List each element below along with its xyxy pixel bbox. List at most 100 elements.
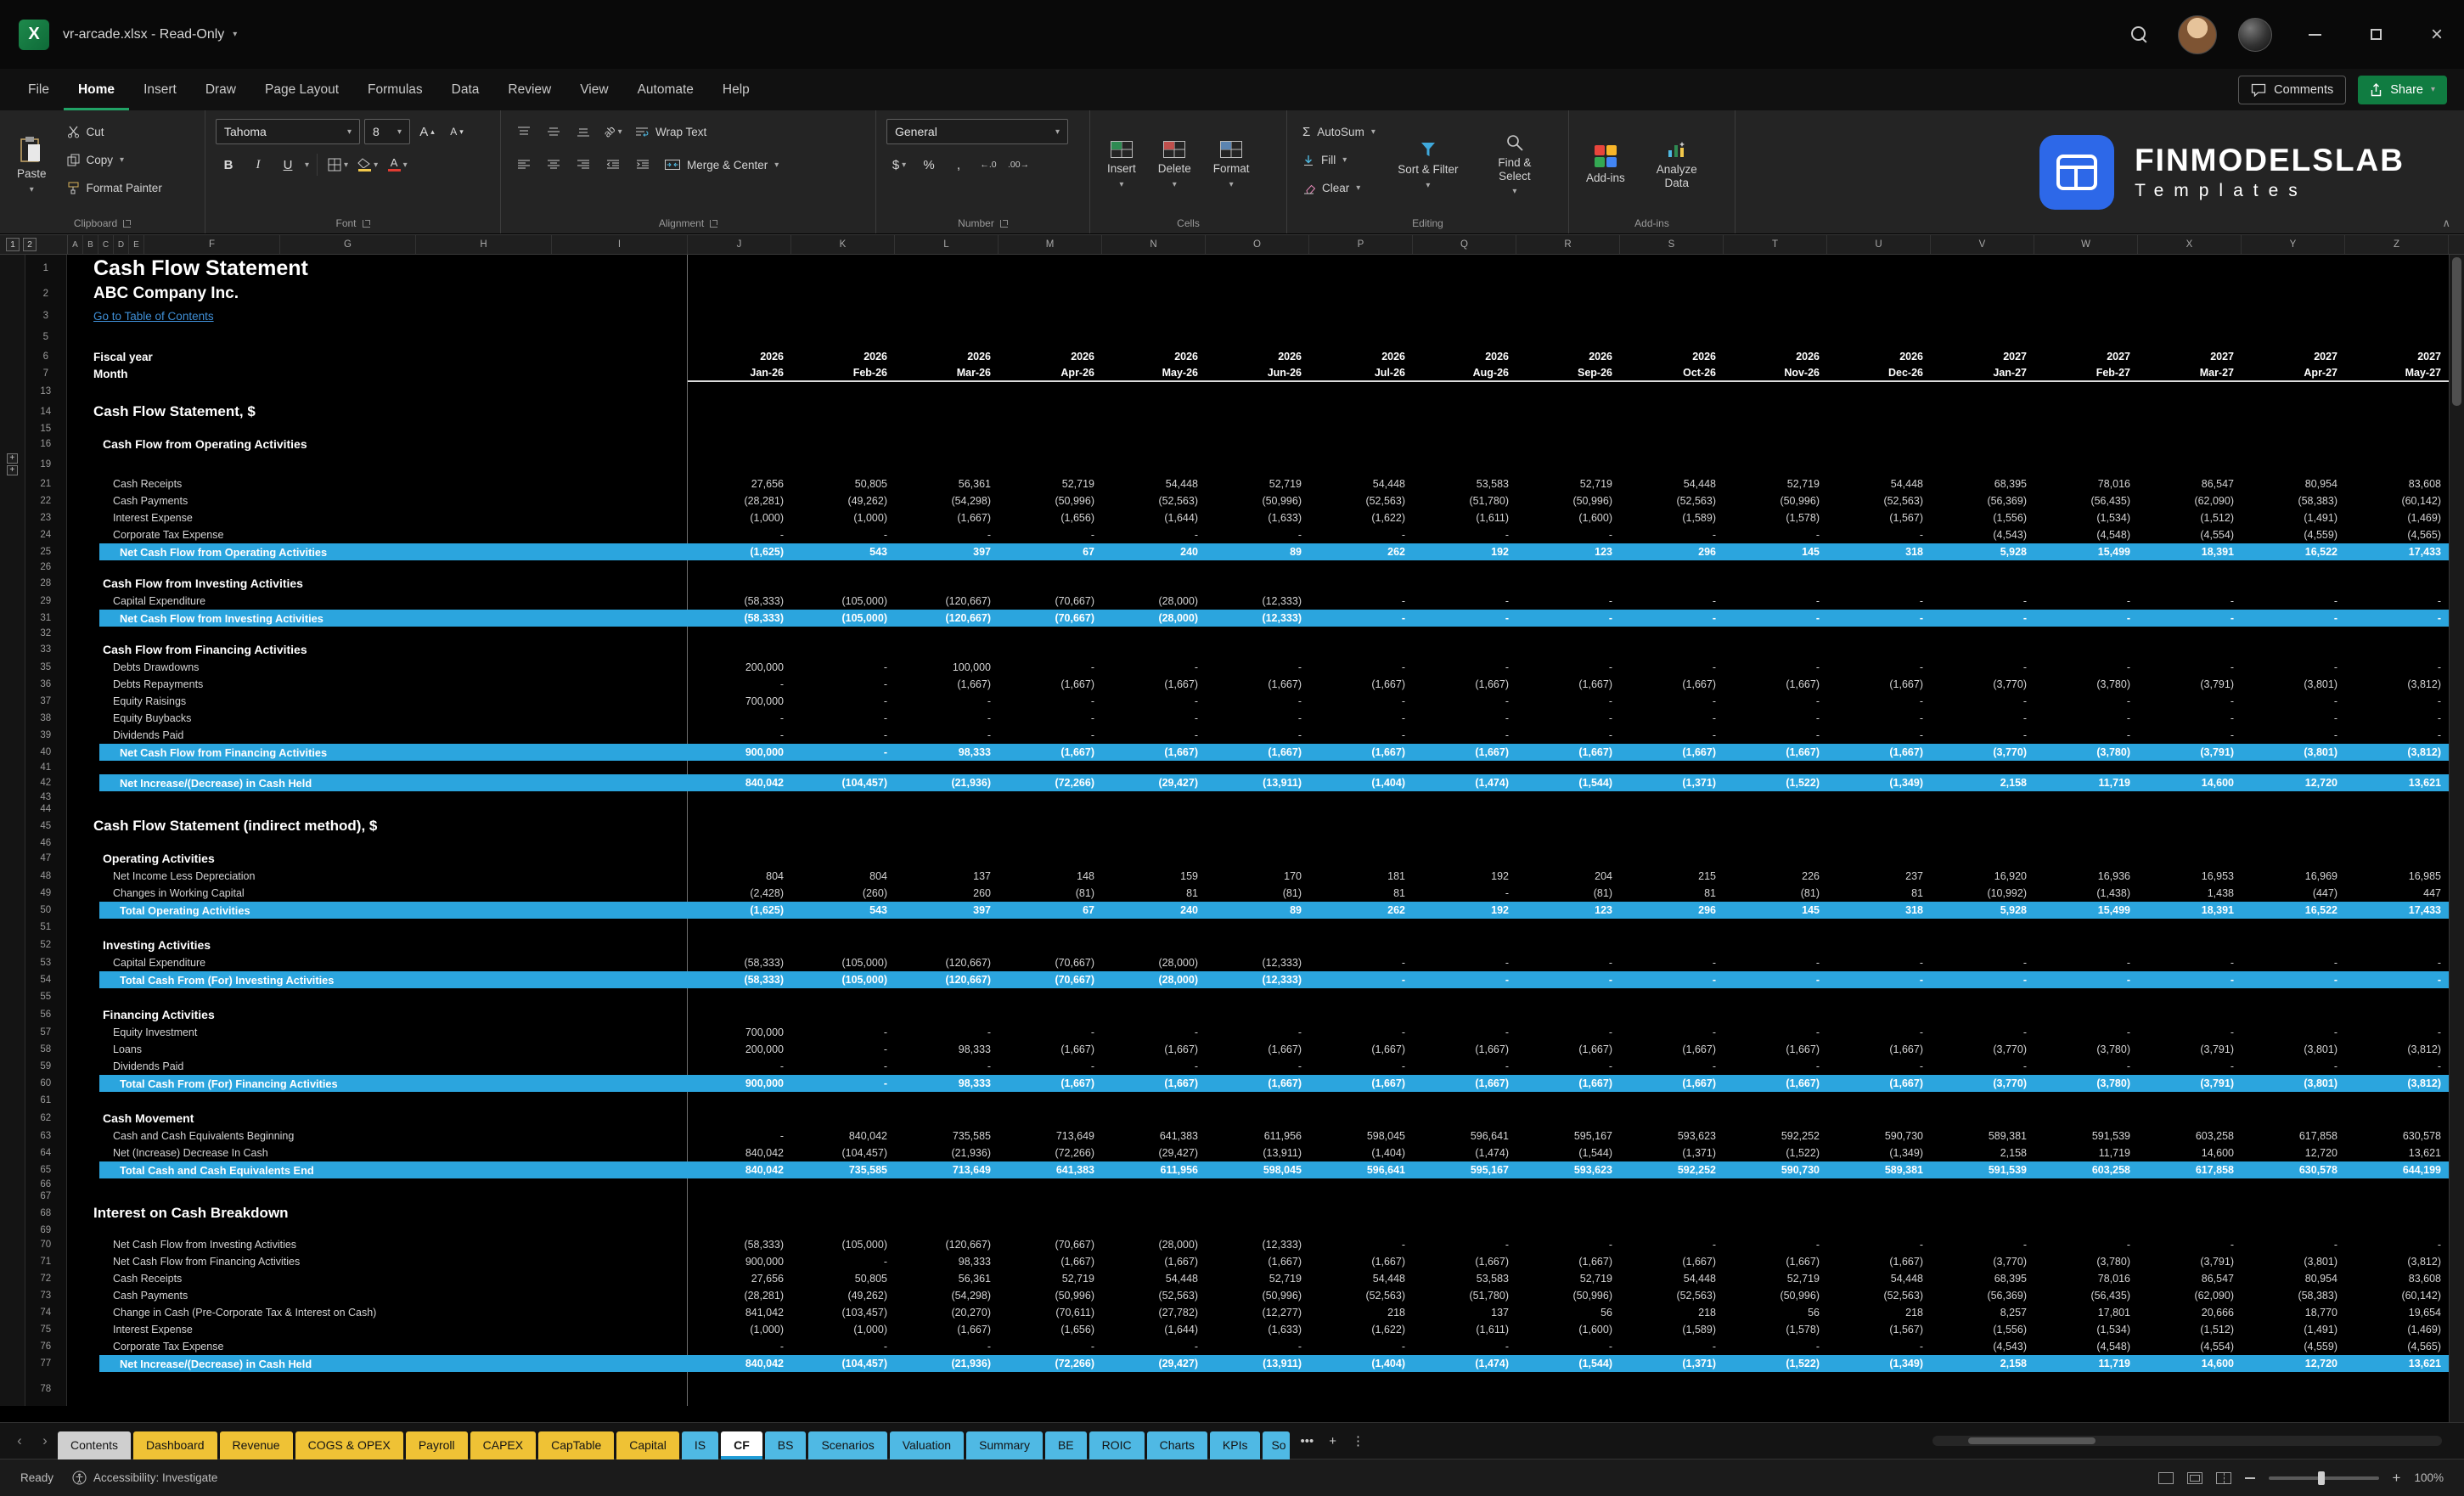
cell[interactable] bbox=[1309, 640, 1413, 659]
cell[interactable]: Feb-26 bbox=[791, 365, 895, 382]
cell[interactable]: - bbox=[2034, 1236, 2138, 1253]
column-header-H[interactable]: H bbox=[416, 235, 552, 254]
cell[interactable]: - bbox=[1724, 526, 1827, 543]
cell[interactable] bbox=[1620, 282, 1724, 306]
cell[interactable] bbox=[1413, 282, 1516, 306]
cell[interactable]: - bbox=[1931, 610, 2034, 627]
cell[interactable] bbox=[1827, 1224, 1931, 1236]
cell[interactable] bbox=[2138, 849, 2242, 868]
cell[interactable]: 840,042 bbox=[688, 1161, 791, 1178]
cell[interactable]: (1,667) bbox=[1309, 744, 1413, 761]
cell[interactable] bbox=[1102, 849, 1206, 868]
cell[interactable]: 596,641 bbox=[1309, 1161, 1413, 1178]
comma-style-button[interactable]: , bbox=[946, 152, 971, 177]
cell[interactable]: (105,000) bbox=[791, 593, 895, 610]
row-number[interactable]: 44 bbox=[25, 803, 67, 815]
cell[interactable] bbox=[2242, 1190, 2345, 1202]
cell[interactable] bbox=[999, 803, 1102, 815]
cell[interactable] bbox=[2345, 640, 2449, 659]
cell[interactable]: - bbox=[2345, 693, 2449, 710]
cell[interactable] bbox=[895, 1190, 999, 1202]
accounting-format-button[interactable]: $▾ bbox=[886, 152, 912, 177]
cell[interactable]: (49,262) bbox=[791, 1287, 895, 1304]
cell[interactable]: (50,996) bbox=[1206, 1287, 1309, 1304]
cell[interactable] bbox=[1413, 1224, 1516, 1236]
cell[interactable]: (1,349) bbox=[1827, 774, 1931, 791]
menu-automate[interactable]: Automate bbox=[623, 69, 708, 110]
cell[interactable]: 78,016 bbox=[2034, 475, 2138, 492]
cell[interactable] bbox=[1206, 791, 1309, 803]
cell[interactable]: (3,770) bbox=[1931, 744, 2034, 761]
cell[interactable]: 15,499 bbox=[2034, 902, 2138, 919]
cell[interactable]: 5,928 bbox=[1931, 902, 2034, 919]
cell[interactable]: (72,266) bbox=[999, 1355, 1102, 1372]
cell[interactable]: 397 bbox=[895, 902, 999, 919]
table-of-contents-link[interactable]: Go to Table of Contents bbox=[93, 310, 214, 323]
cell[interactable]: (70,667) bbox=[999, 1236, 1102, 1253]
cell[interactable] bbox=[1620, 761, 1724, 774]
cell[interactable] bbox=[688, 326, 791, 348]
sheet-tab-scenarios[interactable]: Scenarios bbox=[808, 1431, 886, 1459]
cell[interactable] bbox=[1516, 255, 1620, 282]
horizontal-scrollbar-thumb[interactable] bbox=[1968, 1437, 2096, 1444]
cell[interactable] bbox=[2345, 560, 2449, 574]
cell[interactable]: (70,667) bbox=[999, 954, 1102, 971]
cell[interactable]: (1,633) bbox=[1206, 1321, 1309, 1338]
addins-button[interactable]: Add-ins bbox=[1579, 119, 1632, 211]
cell[interactable]: 192 bbox=[1413, 868, 1516, 885]
cell[interactable]: (104,457) bbox=[791, 1144, 895, 1161]
cell[interactable]: 240 bbox=[1102, 543, 1206, 560]
cell[interactable]: - bbox=[999, 1338, 1102, 1355]
cell[interactable] bbox=[999, 326, 1102, 348]
cell[interactable]: 1,438 bbox=[2138, 885, 2242, 902]
column-header-R[interactable]: R bbox=[1516, 235, 1620, 254]
cell[interactable]: 54,448 bbox=[1827, 475, 1931, 492]
orientation-button[interactable]: ab▾ bbox=[600, 119, 626, 144]
cell[interactable] bbox=[2034, 1178, 2138, 1190]
cell[interactable] bbox=[688, 1178, 791, 1190]
row-number[interactable]: 45 bbox=[25, 815, 67, 837]
cell[interactable] bbox=[688, 453, 791, 475]
cell[interactable]: (52,563) bbox=[1309, 492, 1413, 509]
cell[interactable]: (1,667) bbox=[1413, 1041, 1516, 1058]
cell[interactable]: (120,667) bbox=[895, 954, 999, 971]
cell[interactable]: Aug-26 bbox=[1413, 365, 1516, 382]
cell[interactable]: - bbox=[688, 676, 791, 693]
cell[interactable]: - bbox=[2138, 954, 2242, 971]
cell[interactable] bbox=[2138, 1372, 2242, 1406]
cell[interactable] bbox=[1827, 1190, 1931, 1202]
cell[interactable] bbox=[2242, 255, 2345, 282]
comments-button[interactable]: Comments bbox=[2238, 76, 2346, 104]
cell[interactable] bbox=[1102, 382, 1206, 401]
row-number[interactable]: 59 bbox=[25, 1058, 67, 1075]
cell[interactable] bbox=[1931, 815, 2034, 837]
column-header-K[interactable]: K bbox=[791, 235, 895, 254]
cell[interactable] bbox=[895, 1178, 999, 1190]
cell[interactable]: (12,333) bbox=[1206, 954, 1309, 971]
cell[interactable]: (1,667) bbox=[1413, 1075, 1516, 1092]
cell[interactable] bbox=[1102, 435, 1206, 453]
cell[interactable] bbox=[2345, 1178, 2449, 1190]
maximize-button[interactable] bbox=[2349, 0, 2403, 69]
cell[interactable]: - bbox=[1206, 659, 1309, 676]
cell[interactable]: 700,000 bbox=[688, 1024, 791, 1041]
cell[interactable]: 840,042 bbox=[791, 1128, 895, 1144]
cell[interactable]: - bbox=[1102, 1338, 1206, 1355]
cell[interactable]: 218 bbox=[1827, 1304, 1931, 1321]
cell[interactable] bbox=[1620, 1372, 1724, 1406]
cell[interactable]: (1,349) bbox=[1827, 1144, 1931, 1161]
more-sheets-button[interactable]: ••• bbox=[1292, 1434, 1321, 1448]
cell[interactable] bbox=[895, 936, 999, 954]
cell[interactable]: - bbox=[791, 744, 895, 761]
cell[interactable] bbox=[688, 761, 791, 774]
cell[interactable] bbox=[791, 401, 895, 423]
cell[interactable]: 8,257 bbox=[1931, 1304, 2034, 1321]
row-number[interactable]: 35 bbox=[25, 659, 67, 676]
cell[interactable] bbox=[1724, 837, 1827, 849]
cell[interactable] bbox=[895, 988, 999, 1005]
cell[interactable]: 54,448 bbox=[1309, 475, 1413, 492]
cell[interactable] bbox=[1413, 1005, 1516, 1024]
cell[interactable] bbox=[2345, 1372, 2449, 1406]
cell[interactable] bbox=[1827, 1005, 1931, 1024]
cell[interactable] bbox=[1724, 627, 1827, 640]
